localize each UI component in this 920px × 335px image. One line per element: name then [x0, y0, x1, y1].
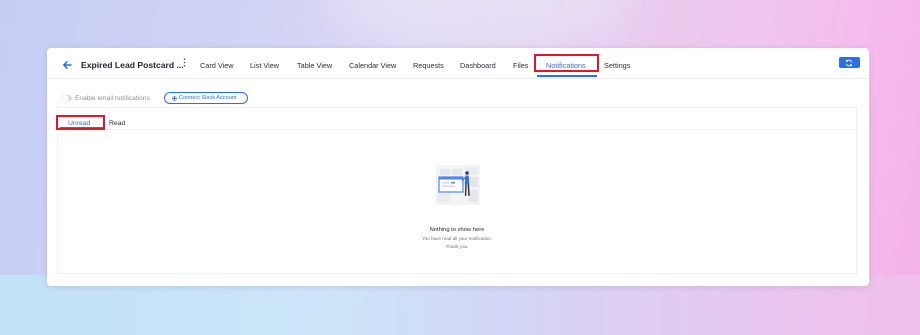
notification-tabs: Unread Read — [58, 108, 856, 130]
top-nav-bar: Expired Lead Postcard ... Card View List… — [47, 48, 869, 79]
empty-state-subtitle: You have read all your notification. — [421, 236, 493, 241]
kebab-vertical-icon[interactable] — [183, 58, 186, 67]
email-notifications-label: Enable email notifications — [75, 95, 150, 102]
project-title[interactable]: Expired Lead Postcard ... — [81, 60, 184, 70]
tab-requests[interactable]: Requests — [413, 61, 444, 70]
notifications-panel: Unread Read Nothing to show here You hav… — [56, 107, 857, 274]
connect-slack-label: Connect Slack Account — [179, 95, 237, 101]
tab-files[interactable]: Files — [513, 61, 528, 70]
empty-board-illustration — [436, 165, 480, 205]
email-notifications-toggle[interactable] — [62, 94, 72, 102]
tab-list-view[interactable]: List View — [250, 61, 279, 70]
refresh-button[interactable] — [839, 57, 860, 68]
tab-read[interactable]: Read — [109, 120, 125, 127]
app-window: Expired Lead Postcard ... Card View List… — [47, 48, 869, 286]
highlight-box-notifications — [534, 54, 599, 72]
tab-table-view[interactable]: Table View — [297, 61, 332, 70]
empty-state-title: Nothing to show here — [429, 227, 485, 233]
tab-settings[interactable]: Settings — [604, 61, 630, 70]
tab-card-view[interactable]: Card View — [200, 61, 234, 70]
tab-dashboard[interactable]: Dashboard — [460, 61, 496, 70]
connect-slack-button[interactable]: Connect Slack Account — [164, 92, 248, 104]
tab-calendar-view[interactable]: Calendar View — [349, 61, 396, 70]
refresh-icon — [845, 59, 853, 66]
slack-icon — [172, 95, 177, 101]
highlight-box-unread — [56, 115, 105, 130]
empty-state-thanks: Thank you. — [445, 244, 469, 249]
toggle-knob — [62, 94, 69, 102]
background-glow — [330, 0, 630, 50]
arrow-left-icon[interactable] — [62, 60, 72, 70]
active-tab-underline — [537, 75, 597, 77]
